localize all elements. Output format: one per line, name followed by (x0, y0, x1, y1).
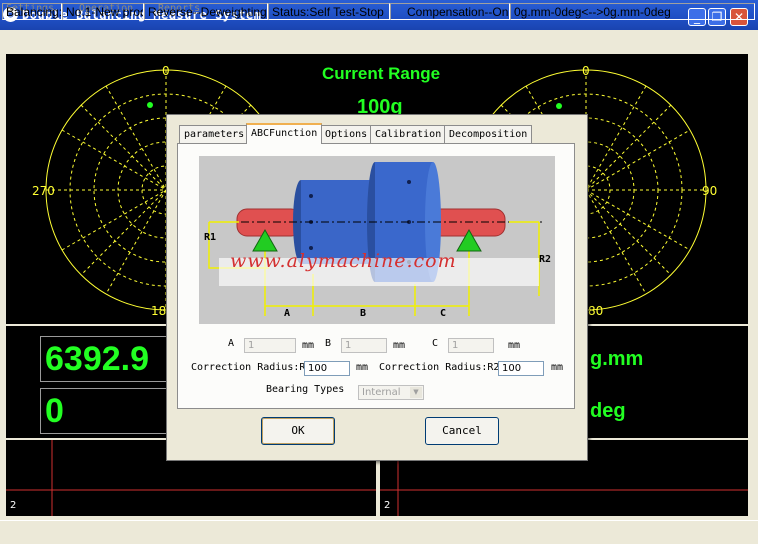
abcfunction-tab-page: www.alymachine.com R1 R2 A B C A 1 mm B … (177, 143, 575, 409)
bearing-types-label: Bearing Types (266, 384, 345, 395)
diagram-label-r2: R2 (539, 254, 552, 265)
abc-function-dialog: parameters ABCFunction Options Calibrati… (166, 114, 588, 461)
tab-calibration[interactable]: Calibration (370, 125, 447, 143)
status-balancing-label: Balancing: (2, 3, 62, 20)
angle-readout: 0 (40, 388, 170, 434)
left-polar-marker (147, 102, 153, 108)
r1-input[interactable]: 100 (304, 361, 350, 376)
angle-unit: deg (590, 400, 626, 422)
r1-label: Correction Radius:R1 (191, 362, 312, 373)
r1-unit: mm (356, 362, 369, 373)
a-input[interactable]: 1 (244, 338, 296, 353)
a-label: A (228, 338, 235, 349)
amount-readout: 6392.9 (40, 336, 170, 382)
c-input[interactable]: 1 (448, 338, 494, 353)
status-product: No.1-New prod (62, 3, 144, 20)
diagram-label-b: B (360, 308, 367, 319)
left-polar-top-label: 0 (162, 64, 170, 78)
b-input[interactable]: 1 (341, 338, 387, 353)
r2-input[interactable]: 100 (498, 361, 544, 376)
status-values: 0g.mm-0deg<-->0g.mm-0deg (510, 3, 755, 20)
cancel-button[interactable]: Cancel (425, 417, 499, 445)
right-trace-label: 2 (384, 500, 391, 511)
amount-unit: g.mm (590, 348, 644, 370)
c-label: C (432, 338, 439, 349)
right-polar-bottom-label: 80 (588, 304, 604, 318)
status-mode: Reverse--Deweighting (144, 3, 268, 20)
bearing-types-select[interactable]: Internal ▼ (358, 385, 424, 400)
c-unit: mm (508, 340, 521, 351)
tab-options[interactable]: Options (320, 125, 373, 143)
status-state: Status:Self Test-Stop (268, 3, 390, 20)
diagram-label-r1: R1 (204, 232, 217, 243)
right-polar-marker (556, 103, 562, 109)
b-label: B (325, 338, 332, 349)
status-compensation: Compensation--On (390, 3, 510, 20)
b-unit: mm (393, 340, 406, 351)
r2-label: Correction Radius:R2 (379, 362, 500, 373)
left-polar-left-label: 270 (32, 184, 55, 198)
menu-bar (0, 30, 758, 51)
diagram-label-a: A (284, 308, 291, 319)
rotor-diagram (199, 156, 555, 324)
current-range-title: Current Range (322, 64, 441, 83)
tab-decomposition[interactable]: Decomposition (444, 125, 533, 143)
left-polar-bottom-label: 18 (151, 304, 167, 318)
watermark-text: www.alymachine.com (230, 250, 457, 272)
r2-unit: mm (551, 362, 564, 373)
diagram-label-c: C (440, 308, 447, 319)
ok-button[interactable]: OK (261, 417, 335, 445)
bearing-types-value: Internal (362, 387, 401, 398)
status-bar (0, 520, 758, 544)
right-polar-top-label: 0 (582, 64, 590, 78)
right-polar-right-label: 90 (702, 184, 718, 198)
tab-parameters[interactable]: parameters (179, 125, 250, 143)
tab-abcfunction[interactable]: ABCFunction (246, 123, 323, 144)
left-trace-label: 2 (10, 500, 17, 511)
a-unit: mm (302, 340, 315, 351)
chevron-down-icon[interactable]: ▼ (410, 387, 422, 398)
